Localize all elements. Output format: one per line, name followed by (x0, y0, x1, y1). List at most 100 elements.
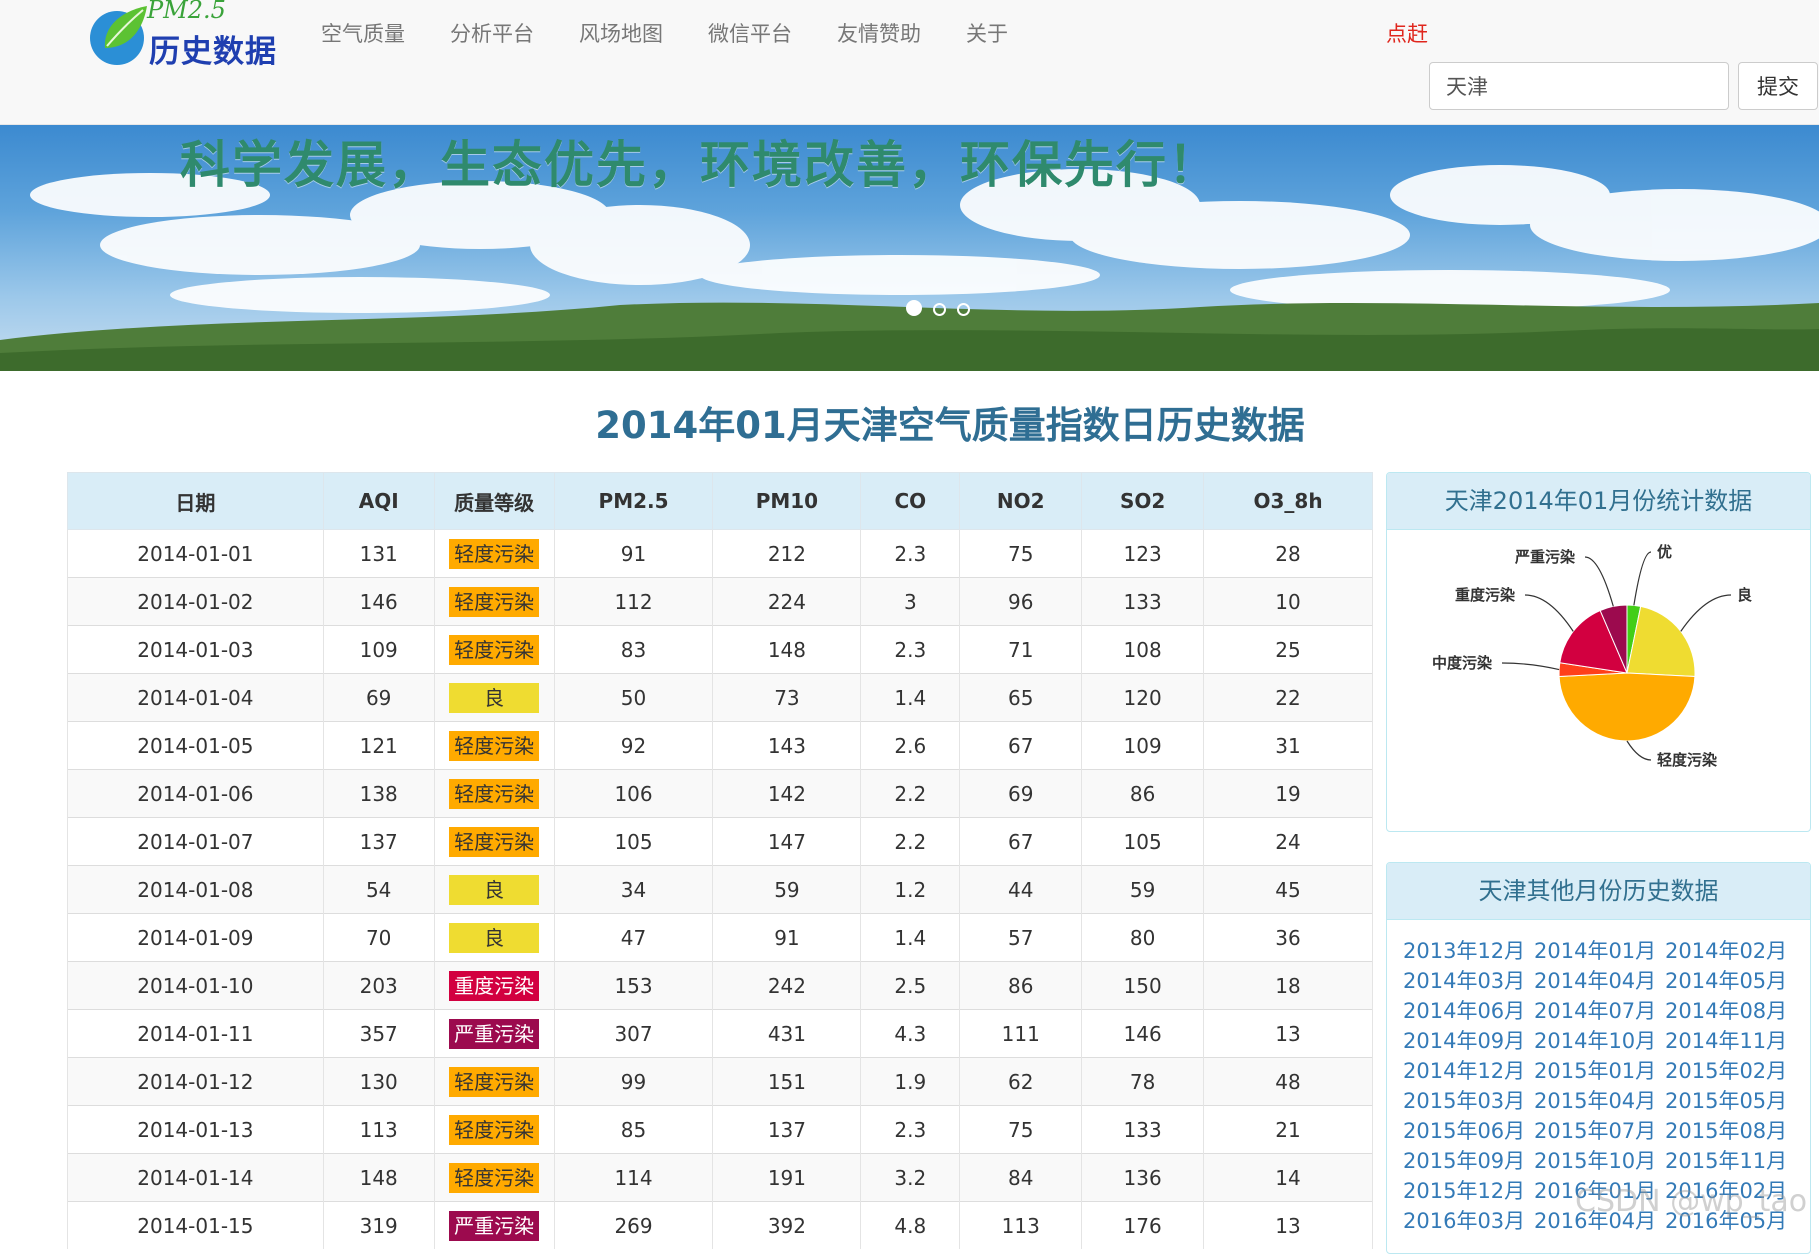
quality-level-badge: 轻度污染 (449, 778, 540, 809)
month-link[interactable]: 2014年12月 (1403, 1056, 1534, 1086)
pie-label-line (1584, 556, 1614, 607)
month-link[interactable]: 2014年06月 (1403, 996, 1534, 1026)
cell-so2: 146 (1081, 1009, 1205, 1058)
table-row: 2014-01-11 357 严重污染 307 431 4.3 111 146 13 (67, 1009, 1373, 1058)
cell-so2: 176 (1081, 1201, 1205, 1249)
cell-level: 轻度污染 (433, 1153, 555, 1202)
cell-co: 2.6 (860, 721, 961, 770)
nav-link-wechat[interactable]: 微信平台 (708, 18, 792, 48)
quality-level-badge: 严重污染 (449, 1018, 540, 1049)
cell-pm25: 91 (553, 529, 714, 578)
carousel-dot-2[interactable] (933, 303, 947, 316)
cell-level: 良 (433, 865, 555, 914)
month-link[interactable]: 2014年01月 (1534, 936, 1665, 966)
cell-o3: 24 (1203, 817, 1373, 866)
cell-o3: 13 (1203, 1009, 1373, 1058)
nav-link-analysis[interactable]: 分析平台 (450, 18, 534, 48)
leaf-logo-icon (90, 6, 147, 65)
cell-o3: 48 (1203, 1057, 1373, 1106)
header-level: 质量等级 (433, 472, 555, 530)
watermark: CSDN @wp_tao (1575, 1184, 1808, 1219)
quality-level-badge: 严重污染 (449, 1210, 540, 1241)
cell-date: 2014-01-09 (67, 913, 324, 962)
month-link[interactable]: 2015年09月 (1403, 1146, 1534, 1176)
months-panel-title: 天津其他月份历史数据 (1387, 863, 1810, 920)
table-row: 2014-01-02 146 轻度污染 112 224 3 96 133 10 (67, 577, 1373, 626)
pie-label-line (1633, 551, 1652, 606)
month-link[interactable]: 2014年04月 (1534, 966, 1665, 996)
cell-no2: 44 (959, 865, 1083, 914)
cell-so2: 86 (1081, 769, 1205, 818)
quality-level-badge: 轻度污染 (449, 1162, 540, 1193)
site-logo[interactable]: PM2.5 历史数据 (85, 0, 290, 70)
cell-date: 2014-01-15 (67, 1201, 324, 1249)
cell-pm10: 91 (712, 913, 862, 962)
table-header-row: 日期 AQI 质量等级 PM2.5 PM10 CO NO2 SO2 O3_8h (67, 472, 1373, 530)
cell-aqi: 137 (322, 817, 435, 866)
cell-aqi: 131 (322, 529, 435, 578)
header-co: CO (860, 472, 961, 530)
cell-o3: 45 (1203, 865, 1373, 914)
month-link[interactable]: 2015年06月 (1403, 1116, 1534, 1146)
month-link[interactable]: 2015年12月 (1403, 1176, 1534, 1206)
cell-level: 轻度污染 (433, 817, 555, 866)
month-link[interactable]: 2014年09月 (1403, 1026, 1534, 1056)
carousel-dot-1[interactable] (906, 300, 922, 316)
cell-level: 轻度污染 (433, 625, 555, 674)
table-row: 2014-01-15 319 严重污染 269 392 4.8 113 176 13 (67, 1201, 1373, 1249)
city-search-input[interactable] (1429, 62, 1729, 110)
month-link[interactable]: 2014年11月 (1665, 1026, 1796, 1056)
cell-aqi: 130 (322, 1057, 435, 1106)
cell-pm25: 50 (553, 673, 714, 722)
cell-so2: 109 (1081, 721, 1205, 770)
table-row: 2014-01-07 137 轻度污染 105 147 2.2 67 105 24 (67, 817, 1373, 866)
month-link[interactable]: 2015年07月 (1534, 1116, 1665, 1146)
carousel-dot-3[interactable] (957, 303, 971, 316)
month-link[interactable]: 2015年02月 (1665, 1056, 1796, 1086)
month-link[interactable]: 2016年03月 (1403, 1206, 1534, 1236)
hot-link[interactable]: 点赶 (1386, 18, 1428, 48)
table-row: 2014-01-10 203 重度污染 153 242 2.5 86 150 18 (67, 961, 1373, 1010)
pie-slice[interactable] (1558, 672, 1696, 742)
month-link[interactable]: 2014年02月 (1665, 936, 1796, 966)
cell-level: 严重污染 (433, 1201, 555, 1249)
cell-pm10: 143 (712, 721, 862, 770)
cell-pm25: 106 (553, 769, 714, 818)
stats-panel: 天津2014年01月份统计数据 优良轻度污染 中度污染 重度污染 严重污染 (1386, 472, 1811, 832)
cell-so2: 136 (1081, 1153, 1205, 1202)
cell-no2: 96 (959, 577, 1083, 626)
nav-link-air-quality[interactable]: 空气质量 (321, 18, 405, 48)
nav-link-about[interactable]: 关于 (966, 18, 1008, 48)
stats-panel-title: 天津2014年01月份统计数据 (1387, 473, 1810, 530)
month-link[interactable]: 2015年05月 (1665, 1086, 1796, 1116)
cell-date: 2014-01-01 (67, 529, 324, 578)
month-link[interactable]: 2015年08月 (1665, 1116, 1796, 1146)
month-link[interactable]: 2015年01月 (1534, 1056, 1665, 1086)
cell-pm25: 92 (553, 721, 714, 770)
nav-link-sponsor[interactable]: 友情赞助 (837, 18, 921, 48)
month-link[interactable]: 2014年10月 (1534, 1026, 1665, 1056)
cell-aqi: 203 (322, 961, 435, 1010)
month-link[interactable]: 2014年03月 (1403, 966, 1534, 996)
month-link[interactable]: 2014年07月 (1534, 996, 1665, 1026)
cell-pm10: 151 (712, 1057, 862, 1106)
month-link[interactable]: 2015年03月 (1403, 1086, 1534, 1116)
month-link[interactable]: 2014年08月 (1665, 996, 1796, 1026)
cell-level: 重度污染 (433, 961, 555, 1010)
cell-no2: 67 (959, 817, 1083, 866)
month-link[interactable]: 2013年12月 (1403, 936, 1534, 966)
nav-link-wind-map[interactable]: 风场地图 (579, 18, 663, 48)
cell-co: 4.3 (860, 1009, 961, 1058)
cell-level: 良 (433, 913, 555, 962)
month-link[interactable]: 2015年04月 (1534, 1086, 1665, 1116)
cell-date: 2014-01-03 (67, 625, 324, 674)
month-link[interactable]: 2015年11月 (1665, 1146, 1796, 1176)
month-link[interactable]: 2014年05月 (1665, 966, 1796, 996)
cell-pm10: 242 (712, 961, 862, 1010)
table-row: 2014-01-14 148 轻度污染 114 191 3.2 84 136 14 (67, 1153, 1373, 1202)
quality-level-badge: 良 (449, 874, 540, 905)
cell-level: 严重污染 (433, 1009, 555, 1058)
submit-button[interactable]: 提交 (1738, 62, 1818, 110)
cell-pm25: 112 (553, 577, 714, 626)
month-link[interactable]: 2015年10月 (1534, 1146, 1665, 1176)
